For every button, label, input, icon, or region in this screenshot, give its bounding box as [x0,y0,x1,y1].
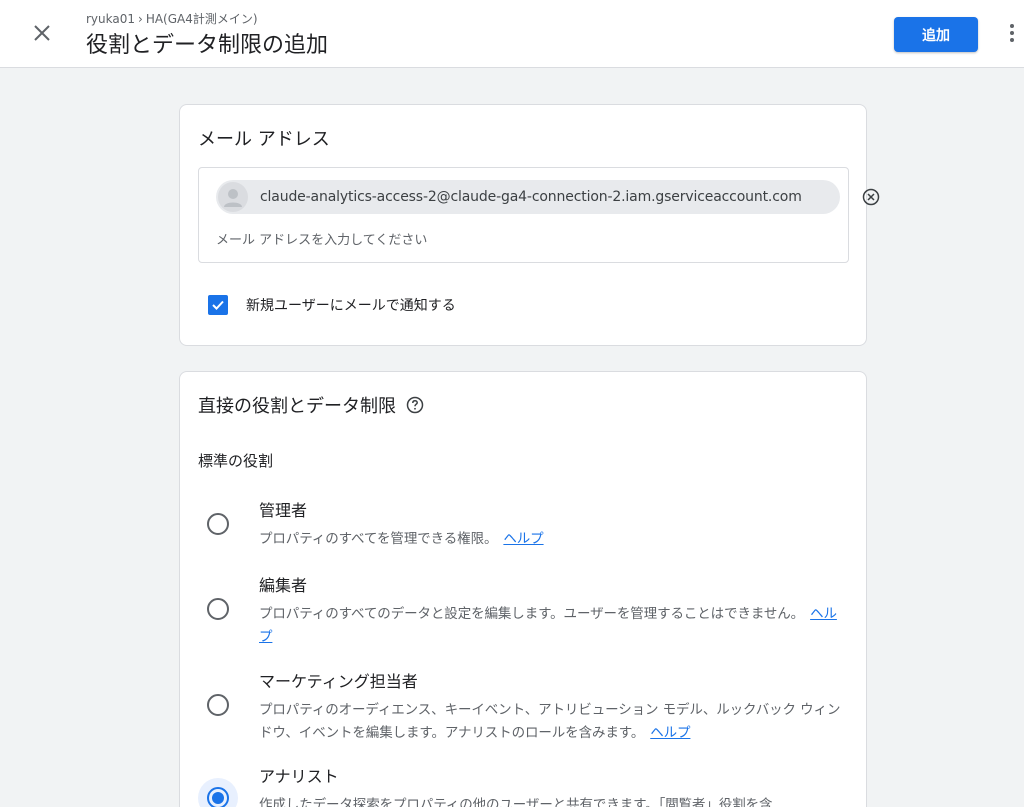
role-description-text: プロパティのすべてを管理できる権限。 [259,531,498,547]
more-options-button[interactable] [1002,19,1022,47]
notify-checkbox-row[interactable]: 新規ユーザーにメールで通知する [208,295,456,315]
role-name: 管理者 [259,501,308,520]
breadcrumb-account[interactable]: ryuka01 [86,12,135,26]
breadcrumb-separator: › [138,12,143,26]
person-avatar-icon [218,182,248,212]
email-section-title: メール アドレス [198,129,330,150]
notify-checkbox[interactable] [208,295,228,315]
more-vert-icon [1010,24,1014,42]
help-link[interactable]: ヘルプ [503,531,543,547]
role-description: プロパティのオーディエンス、キーイベント、アトリビューション モデル、ルックバッ… [259,699,845,745]
roles-card: 直接の役割とデータ制限 標準の役割 管理者 プロパティのすべてを管理できる権限。… [179,371,867,807]
role-name: マーケティング担当者 [259,672,418,691]
role-description-text: プロパティのオーディエンス、キーイベント、アトリビューション モデル、ルックバッ… [259,702,841,741]
roles-section-title: 直接の役割とデータ制限 [198,396,396,417]
close-icon [34,25,50,41]
role-radio-editor[interactable] [207,598,229,620]
email-entry-box[interactable]: claude-analytics-access-2@claude-ga4-con… [198,167,880,263]
role-description-text: 作成したデータ探索をプロパティの他のユーザーと共有できます。「閲覧者」役割を含 [259,797,773,807]
role-description-text: プロパティのすべてのデータと設定を編集します。ユーザーを管理することはできません… [259,606,805,622]
notify-label: 新規ユーザーにメールで通知する [246,298,456,314]
role-name: アナリスト [259,767,339,786]
top-app-bar: ryuka01 › HA(GA4計測メイン) 役割とデータ制限の追加 追加 [0,0,1024,68]
email-input[interactable] [216,230,816,250]
help-link[interactable]: ヘルプ [650,725,690,741]
breadcrumb: ryuka01 › HA(GA4計測メイン) [86,10,258,27]
role-description: 作成したデータ探索をプロパティの他のユーザーと共有できます。「閲覧者」役割を含 [259,794,845,807]
radio-selected-dot [212,792,224,804]
roles-section-title-row: 直接の役割とデータ制限 [198,392,424,418]
close-button[interactable] [28,19,56,47]
help-circle-icon[interactable] [406,396,424,414]
page-title: 役割とデータ制限の追加 [86,33,329,58]
role-radio-marketer[interactable] [207,694,229,716]
standard-roles-label: 標準の役割 [198,452,274,470]
role-radio-analyst[interactable] [207,787,229,807]
email-chip-text: claude-analytics-access-2@claude-ga4-con… [260,189,802,205]
role-description: プロパティのすべてのデータと設定を編集します。ユーザーを管理することはできません… [259,603,845,649]
breadcrumb-property[interactable]: HA(GA4計測メイン) [146,12,258,26]
add-button[interactable]: 追加 [894,17,978,52]
role-radio-admin[interactable] [207,513,229,535]
role-name: 編集者 [259,576,308,595]
role-description: プロパティのすべてを管理できる権限。 ヘルプ [259,528,845,551]
check-icon [212,300,224,310]
remove-chip-button[interactable] [862,188,880,206]
email-chip[interactable]: claude-analytics-access-2@claude-ga4-con… [216,180,840,214]
cancel-circle-icon [862,188,880,206]
email-card: メール アドレス claude-analytics-access-2@claud… [179,104,880,346]
